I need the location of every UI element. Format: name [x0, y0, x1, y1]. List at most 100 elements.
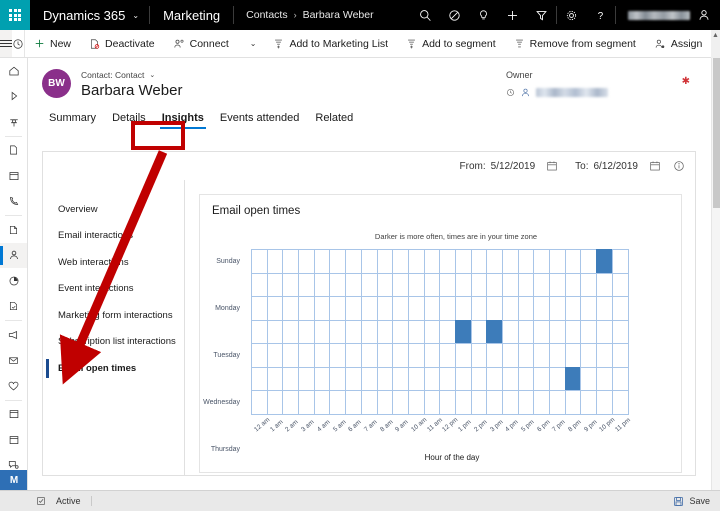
heatmap-cell[interactable] — [423, 390, 441, 415]
heatmap-cell[interactable] — [486, 249, 503, 274]
heatmap-cell[interactable] — [313, 390, 331, 415]
heatmap-cell[interactable] — [376, 319, 394, 344]
heatmap-cell[interactable] — [611, 249, 629, 274]
heatmap-cell[interactable] — [596, 249, 613, 274]
heatmap-cell[interactable] — [298, 366, 315, 391]
heatmap-cell[interactable] — [423, 272, 441, 297]
heatmap-cell[interactable] — [486, 296, 503, 321]
heatmap-cell[interactable] — [407, 390, 425, 415]
heatmap-cell[interactable] — [345, 343, 362, 368]
heatmap-cell[interactable] — [439, 249, 456, 274]
heatmap-cell[interactable] — [454, 272, 472, 297]
heatmap-cell[interactable] — [533, 390, 551, 415]
heatmap-cell[interactable] — [533, 296, 551, 321]
heatmap-cell[interactable] — [251, 249, 268, 274]
heatmap-cell[interactable] — [564, 272, 582, 297]
heatmap-cell[interactable] — [611, 343, 629, 368]
heatmap-cell[interactable] — [282, 319, 300, 344]
heatmap-cell[interactable] — [517, 343, 535, 368]
heatmap-cell[interactable] — [360, 319, 378, 344]
heatmap-cell[interactable] — [564, 366, 582, 391]
heatmap-cell[interactable] — [298, 319, 315, 344]
new-button[interactable]: New — [25, 30, 80, 57]
heatmap-cell[interactable] — [533, 343, 551, 368]
heatmap-cell[interactable] — [251, 390, 268, 415]
heatmap-cell[interactable] — [298, 249, 315, 274]
heatmap-cell[interactable] — [454, 343, 472, 368]
heatmap-cell[interactable] — [549, 319, 566, 344]
heatmap-cell[interactable] — [345, 366, 362, 391]
heatmap-cell[interactable] — [580, 249, 598, 274]
heatmap-cell[interactable] — [282, 366, 300, 391]
sidebar-item-events[interactable] — [0, 402, 27, 428]
heatmap-cell[interactable] — [470, 249, 488, 274]
heatmap-cell[interactable] — [470, 390, 488, 415]
heatmap-cell[interactable] — [251, 343, 268, 368]
subnav-item-web-interactions[interactable]: Web interactions — [43, 249, 184, 276]
heatmap-cell[interactable] — [439, 296, 456, 321]
heatmap-cell[interactable] — [282, 390, 300, 415]
sidebar-item-phone-calls[interactable] — [0, 189, 27, 215]
calendar-icon-2[interactable] — [649, 160, 661, 172]
subnav-item-overview[interactable]: Overview — [43, 196, 184, 223]
subnav-item-email-interactions[interactable]: Email interactions — [43, 223, 184, 250]
heatmap-cell[interactable] — [407, 296, 425, 321]
subnav-item-email-open-times[interactable]: Email open times — [43, 355, 184, 382]
heatmap-cell[interactable] — [329, 366, 347, 391]
heatmap-cell[interactable] — [549, 343, 566, 368]
heatmap-cell[interactable] — [360, 272, 378, 297]
heatmap-cell[interactable] — [423, 366, 441, 391]
heatmap-cell[interactable] — [407, 366, 425, 391]
heatmap-cell[interactable] — [486, 366, 503, 391]
heatmap-cell[interactable] — [266, 272, 284, 297]
heatmap-cell[interactable] — [596, 343, 613, 368]
help-icon[interactable]: ? — [586, 0, 615, 30]
heatmap-cell[interactable] — [580, 366, 598, 391]
heatmap-cell[interactable] — [329, 249, 347, 274]
heatmap-cell[interactable] — [423, 296, 441, 321]
add-to-marketing-list-button[interactable]: Add to Marketing List — [264, 30, 397, 57]
heatmap-cell[interactable] — [549, 366, 566, 391]
owner-value-redacted[interactable] — [536, 88, 608, 97]
to-date-input[interactable]: 6/12/2019 — [594, 161, 639, 172]
heatmap-cell[interactable] — [313, 343, 331, 368]
heatmap-cell[interactable] — [596, 366, 613, 391]
heatmap-cell[interactable] — [549, 390, 566, 415]
heatmap-cell[interactable] — [423, 249, 441, 274]
calendar-icon[interactable] — [546, 160, 558, 172]
heatmap-cell[interactable] — [266, 390, 284, 415]
sidebar-item-activities[interactable] — [0, 163, 27, 189]
heatmap-cell[interactable] — [298, 343, 315, 368]
sidebar-item-segments[interactable] — [0, 268, 27, 294]
heatmap-cell[interactable] — [360, 296, 378, 321]
heatmap-cell[interactable] — [439, 343, 456, 368]
form-vertical-scrollbar[interactable] — [711, 58, 720, 491]
record-type[interactable]: Contact: Contact ⌄ — [81, 70, 182, 80]
heatmap-cell[interactable] — [376, 249, 394, 274]
heatmap-cell[interactable] — [533, 366, 551, 391]
heatmap-cell[interactable] — [392, 249, 409, 274]
heatmap-cell[interactable] — [502, 296, 519, 321]
heatmap-cell[interactable] — [251, 319, 268, 344]
heatmap-cell[interactable] — [345, 249, 362, 274]
heatmap-cell[interactable] — [580, 272, 598, 297]
heatmap-cell[interactable] — [517, 390, 535, 415]
heatmap-cell[interactable] — [439, 366, 456, 391]
heatmap-cell[interactable] — [298, 272, 315, 297]
heatmap-cell[interactable] — [329, 390, 347, 415]
sidebar-item-pinned[interactable] — [0, 109, 27, 135]
heatmap-cell[interactable] — [345, 390, 362, 415]
heatmap-cell[interactable] — [313, 249, 331, 274]
heatmap-cell[interactable] — [266, 343, 284, 368]
user-account-chip[interactable] — [616, 0, 720, 30]
add-to-segment-button[interactable]: Add to segment — [397, 30, 505, 57]
subnav-item-marketing-form-interactions[interactable]: Marketing form interactions — [43, 302, 184, 329]
heatmap-cell[interactable] — [502, 390, 519, 415]
heatmap-cell[interactable] — [313, 272, 331, 297]
heatmap-cell[interactable] — [392, 296, 409, 321]
heatmap-cell[interactable] — [376, 296, 394, 321]
sidebar-item-emails[interactable] — [0, 348, 27, 374]
heatmap-cell[interactable] — [329, 272, 347, 297]
heatmap-cell[interactable] — [596, 319, 613, 344]
heatmap-cell[interactable] — [502, 319, 519, 344]
